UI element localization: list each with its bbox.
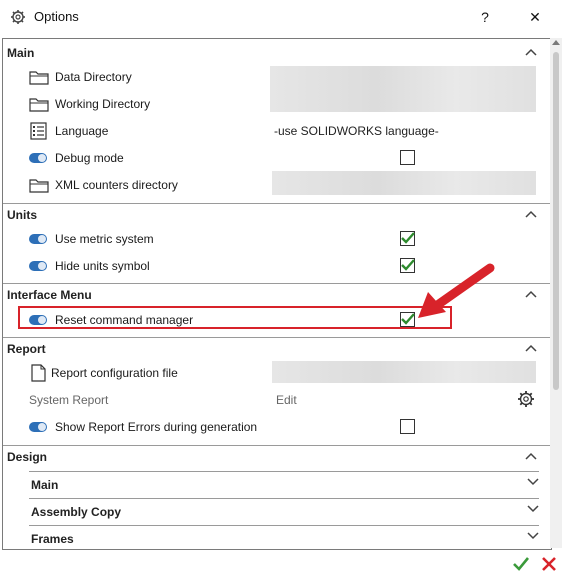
chevron-down-icon[interactable] bbox=[527, 505, 539, 513]
toggle-icon bbox=[29, 153, 49, 171]
chevron-down-icon[interactable] bbox=[527, 532, 539, 540]
use-metric-label: Use metric system bbox=[55, 232, 154, 246]
row-use-metric: Use metric system bbox=[3, 225, 551, 252]
section-main-title: Main bbox=[7, 46, 35, 60]
data-directory-label: Data Directory bbox=[55, 70, 132, 84]
checkmark-icon bbox=[401, 232, 415, 244]
hide-units-checkbox[interactable] bbox=[400, 258, 415, 273]
close-button[interactable]: ✕ bbox=[522, 6, 548, 28]
ok-check-icon[interactable] bbox=[512, 555, 530, 573]
toggle-icon bbox=[29, 422, 49, 440]
working-directory-label: Working Directory bbox=[55, 97, 151, 111]
row-language: Language -use SOLIDWORKS language- bbox=[3, 117, 551, 144]
xml-counters-label: XML counters directory bbox=[55, 178, 178, 192]
highlight-box bbox=[18, 306, 452, 329]
row-debug-mode: Debug mode bbox=[3, 144, 551, 171]
language-value[interactable]: -use SOLIDWORKS language- bbox=[274, 124, 439, 138]
chevron-up-icon[interactable] bbox=[525, 290, 537, 298]
list-icon bbox=[30, 122, 47, 140]
subsection-assembly-copy-title: Assembly Copy bbox=[31, 505, 122, 519]
chevron-up-icon[interactable] bbox=[525, 48, 537, 56]
window-title: Options bbox=[34, 9, 79, 24]
subsection-main-title: Main bbox=[31, 478, 59, 492]
xml-directory-field-blurred[interactable] bbox=[272, 171, 536, 195]
help-button[interactable]: ? bbox=[472, 6, 498, 28]
title-bar: Options ? ✕ bbox=[0, 0, 563, 34]
section-units-header[interactable]: Units bbox=[3, 203, 551, 226]
row-show-report-errors: Show Report Errors during generation bbox=[3, 413, 551, 440]
red-arrow-annotation bbox=[418, 263, 495, 318]
hide-units-label: Hide units symbol bbox=[55, 259, 150, 273]
folder-icon bbox=[29, 71, 49, 85]
section-report-header[interactable]: Report bbox=[3, 337, 551, 360]
system-report-edit[interactable]: Edit bbox=[276, 393, 297, 407]
section-report-title: Report bbox=[7, 342, 46, 356]
chevron-down-icon[interactable] bbox=[527, 478, 539, 486]
cancel-x-icon[interactable] bbox=[540, 555, 558, 573]
folder-icon bbox=[29, 98, 49, 112]
chevron-up-icon[interactable] bbox=[525, 344, 537, 352]
gear-icon[interactable] bbox=[517, 390, 535, 408]
subsection-main-header[interactable]: Main bbox=[29, 471, 539, 498]
toggle-icon bbox=[29, 234, 49, 252]
language-label: Language bbox=[55, 124, 109, 138]
subsection-assembly-copy-header[interactable]: Assembly Copy bbox=[29, 498, 539, 525]
toggle-icon bbox=[29, 261, 49, 279]
vertical-scrollbar[interactable] bbox=[550, 38, 562, 548]
show-report-errors-checkbox[interactable] bbox=[400, 419, 415, 434]
subsection-frames-header[interactable]: Frames bbox=[29, 525, 539, 549]
directory-field-blurred[interactable] bbox=[270, 66, 536, 112]
report-config-field-blurred[interactable] bbox=[272, 361, 536, 383]
chevron-up-icon[interactable] bbox=[525, 210, 537, 218]
scroll-thumb[interactable] bbox=[553, 52, 559, 390]
section-main-header[interactable]: Main bbox=[3, 42, 551, 64]
use-metric-checkbox[interactable] bbox=[400, 231, 415, 246]
show-report-errors-label: Show Report Errors during generation bbox=[55, 420, 258, 434]
section-design-title: Design bbox=[7, 450, 48, 464]
section-units-title: Units bbox=[7, 208, 37, 222]
chevron-up-icon[interactable] bbox=[525, 452, 537, 460]
gear-icon bbox=[11, 10, 25, 24]
document-icon bbox=[31, 364, 46, 382]
report-config-file-label: Report configuration file bbox=[51, 366, 178, 380]
debug-mode-checkbox[interactable] bbox=[400, 150, 415, 165]
debug-mode-label: Debug mode bbox=[55, 151, 124, 165]
folder-icon bbox=[29, 179, 49, 193]
row-system-report: System Report Edit bbox=[3, 386, 551, 413]
scroll-up-icon[interactable] bbox=[552, 40, 560, 45]
section-interface-menu-title: Interface Menu bbox=[7, 288, 92, 302]
subsection-frames-title: Frames bbox=[31, 532, 74, 546]
options-window: Options ? ✕ Main Data Directory Working … bbox=[0, 0, 563, 579]
system-report-label: System Report bbox=[29, 393, 109, 407]
section-design-header[interactable]: Design bbox=[3, 445, 551, 468]
